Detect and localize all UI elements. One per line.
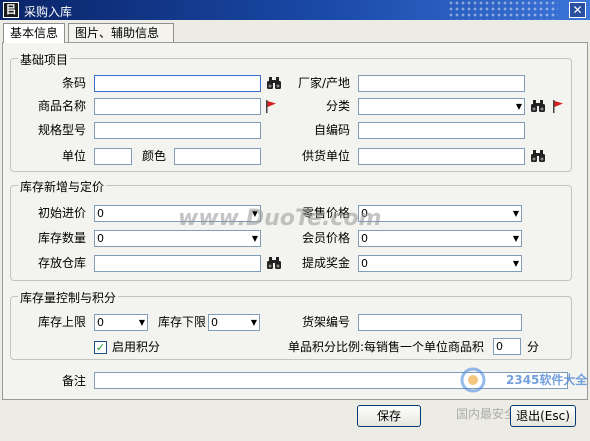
exit-button[interactable]: 退出(Esc) <box>510 405 576 427</box>
tab-image-info[interactable]: 图片、辅助信息 <box>68 23 175 42</box>
title-bar: 㠯 采购入库 ✕ <box>0 0 590 20</box>
retail-label: 零售价格 <box>301 206 350 220</box>
points-ratio-label: 单品积分比例:每销售一个单位商品积 <box>288 340 485 354</box>
warehouse-input[interactable] <box>94 255 261 272</box>
tab-basic-info[interactable]: 基本信息 <box>3 23 66 43</box>
name-label: 商品名称 <box>37 99 86 113</box>
bonus-select[interactable]: 0 <box>358 255 522 272</box>
maker-input[interactable] <box>358 75 525 92</box>
spec-label: 规格型号 <box>37 123 86 137</box>
remark-input[interactable] <box>94 372 568 389</box>
retail-select[interactable]: 0 <box>358 205 522 222</box>
shelf-label: 货架编号 <box>301 315 350 329</box>
lower-limit-label: 库存下限 <box>158 315 207 329</box>
member-select[interactable]: 0 <box>358 230 522 247</box>
selfcode-label: 自编码 <box>313 123 350 137</box>
unit-input[interactable] <box>94 148 132 165</box>
color-label: 颜色 <box>142 149 167 163</box>
category-select[interactable] <box>358 98 525 115</box>
group-basic-title: 基础项目 <box>18 51 71 68</box>
qty-label: 库存数量 <box>37 231 86 245</box>
supplier-label: 供货单位 <box>301 149 350 163</box>
category-search-binocular-icon[interactable] <box>530 99 546 113</box>
watermark-logo-icon <box>460 367 486 393</box>
enable-points-label: 启用积分 <box>112 340 161 354</box>
close-button[interactable]: ✕ <box>569 2 586 18</box>
title-decoration <box>448 0 558 20</box>
points-ratio-unit: 分 <box>527 340 540 354</box>
bonus-label: 提成奖金 <box>301 256 350 270</box>
points-ratio-input[interactable]: 0 <box>493 338 521 355</box>
init-price-select[interactable]: 0 <box>94 205 261 222</box>
app-icon: 㠯 <box>3 2 19 18</box>
name-flag-icon[interactable] <box>265 100 277 113</box>
selfcode-input[interactable] <box>358 122 525 139</box>
product-name-input[interactable] <box>94 98 261 115</box>
category-label: 分类 <box>325 99 350 113</box>
unit-label: 单位 <box>61 149 86 163</box>
lower-limit-select[interactable]: 0 <box>208 314 260 331</box>
group-control-title: 库存量控制与积分 <box>18 289 119 306</box>
enable-points-checkbox[interactable]: ✓ <box>94 341 107 354</box>
upper-limit-label: 库存上限 <box>37 315 86 329</box>
category-flag-icon[interactable] <box>552 100 564 113</box>
barcode-search-binocular-icon[interactable] <box>266 76 282 90</box>
barcode-input[interactable] <box>94 75 261 92</box>
maker-label: 厂家/产地 <box>297 76 350 90</box>
warehouse-search-binocular-icon[interactable] <box>266 256 282 270</box>
group-stock-title: 库存新增与定价 <box>18 178 107 195</box>
supplier-search-binocular-icon[interactable] <box>530 149 546 163</box>
save-button[interactable]: 保存 <box>357 405 421 427</box>
warehouse-label: 存放仓库 <box>37 256 86 270</box>
remark-label: 备注 <box>61 374 86 388</box>
window-title: 采购入库 <box>24 5 73 19</box>
barcode-label: 条码 <box>61 76 86 90</box>
spec-input[interactable] <box>94 122 261 139</box>
init-price-label: 初始进价 <box>37 206 86 220</box>
upper-limit-select[interactable]: 0 <box>94 314 148 331</box>
member-label: 会员价格 <box>301 231 350 245</box>
color-input[interactable] <box>174 148 261 165</box>
qty-select[interactable]: 0 <box>94 230 261 247</box>
shelf-input[interactable] <box>358 314 522 331</box>
supplier-input[interactable] <box>358 148 525 165</box>
